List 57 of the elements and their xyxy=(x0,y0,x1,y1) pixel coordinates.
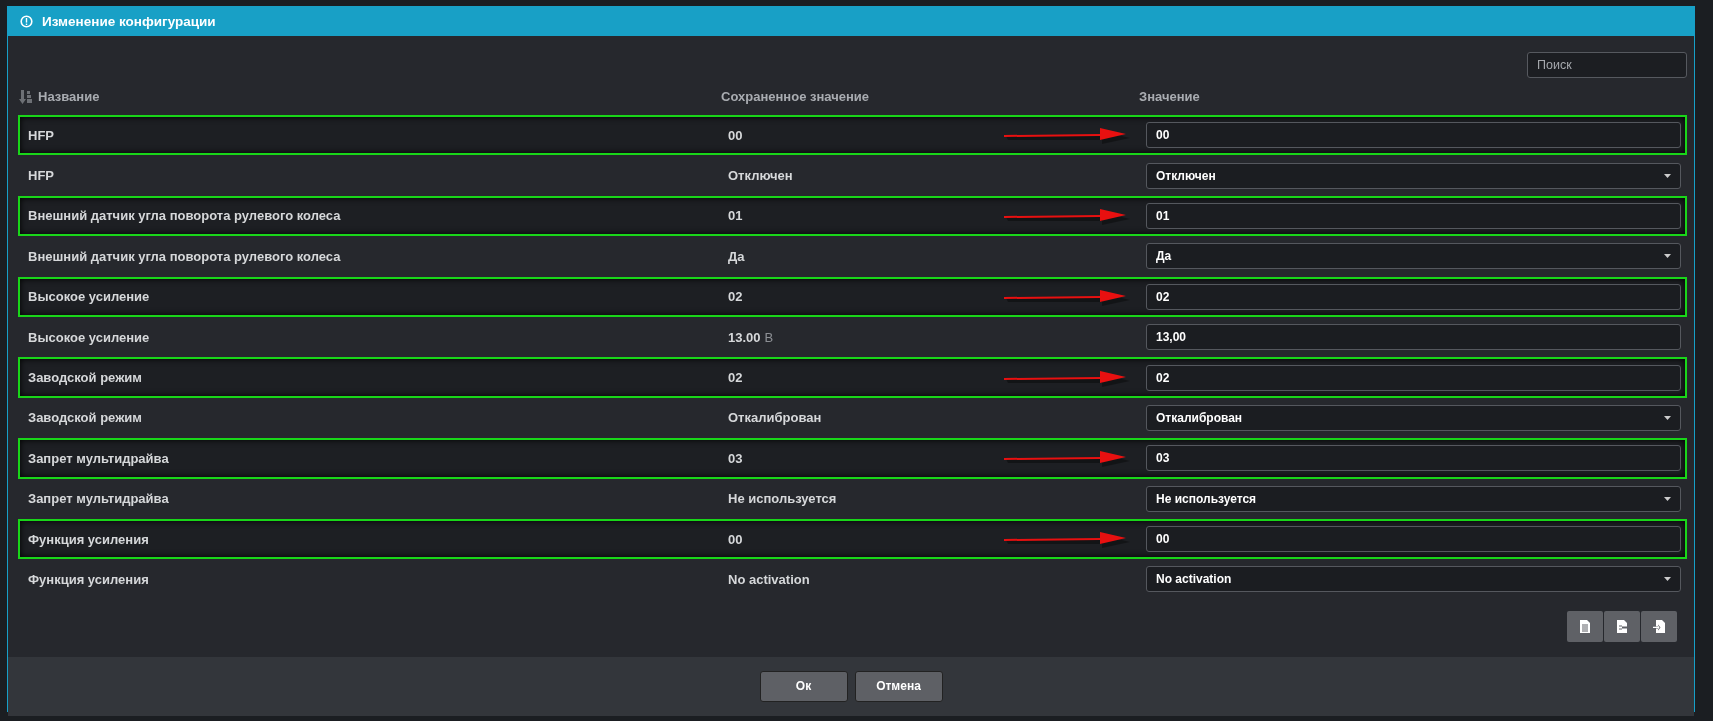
alert-icon xyxy=(20,14,33,28)
value-field[interactable]: 01 xyxy=(1146,202,1681,229)
column-header[interactable]: Название xyxy=(38,89,100,104)
parameter-name: Внешний датчик угла поворота рулевого колеса xyxy=(28,248,342,264)
saved-value: 02 xyxy=(728,370,743,386)
saved-value: 00 xyxy=(728,127,743,143)
parameter-name: HFP xyxy=(28,168,55,184)
parameter-name: Запрет мультидрайва xyxy=(28,491,170,507)
toolbar-button[interactable] xyxy=(1567,611,1603,643)
value-dropdown[interactable]: Откалиброван xyxy=(1146,404,1681,431)
saved-value: No activation xyxy=(728,572,810,587)
parameter-name: Функция усиления xyxy=(28,572,150,587)
sort-icon[interactable] xyxy=(19,89,32,104)
dialog-button[interactable]: Ок xyxy=(759,670,848,702)
document-icon xyxy=(1579,619,1591,635)
value-field[interactable]: 02 xyxy=(1146,364,1681,391)
saved-value: Не используется xyxy=(728,491,837,507)
parameter-name: HFP xyxy=(28,127,55,143)
value-dropdown[interactable]: Да xyxy=(1146,243,1681,270)
window-title: Изменение конфигурации xyxy=(42,13,216,29)
import-icon xyxy=(1652,619,1666,635)
saved-value: 00 xyxy=(728,531,743,547)
toolbar-button[interactable] xyxy=(1604,611,1640,643)
parameter-name: Функция усиления xyxy=(28,531,150,547)
unit-label: В xyxy=(764,329,774,345)
saved-value: 02 xyxy=(728,289,743,305)
caret-icon xyxy=(1664,254,1671,259)
parameter-name: Заводской режим xyxy=(28,370,143,386)
parameter-name: Запрет мультидрайва xyxy=(28,450,170,466)
caret-icon xyxy=(1664,173,1671,178)
value-dropdown[interactable]: Отключен xyxy=(1146,162,1681,189)
saved-value: Да xyxy=(728,248,745,264)
value-field[interactable]: 00 xyxy=(1146,526,1681,553)
value-field[interactable]: 02 xyxy=(1146,283,1681,310)
parameter-name: Внешний датчик угла поворота рулевого колеса xyxy=(28,208,342,224)
toolbar-button[interactable] xyxy=(1641,611,1677,643)
value-field[interactable]: 03 xyxy=(1146,445,1681,472)
parameter-name: Высокое усиление xyxy=(28,329,151,345)
caret-icon xyxy=(1664,577,1671,582)
saved-value: 03 xyxy=(728,450,743,466)
caret-icon xyxy=(1664,415,1671,420)
dialog-button[interactable]: Отмена xyxy=(854,670,943,702)
export-icon xyxy=(1615,619,1629,635)
caret-icon xyxy=(1664,496,1671,501)
column-header[interactable]: Значение xyxy=(1139,89,1200,104)
saved-value: Отключен xyxy=(728,168,793,184)
saved-value: 01 xyxy=(728,208,743,224)
parameter-name: Заводской режим xyxy=(28,410,143,426)
saved-value: Откалиброван xyxy=(728,410,822,426)
value-dropdown[interactable]: No activation xyxy=(1146,566,1681,593)
value-dropdown[interactable]: Не используется xyxy=(1146,485,1681,512)
saved-value: 13.00 xyxy=(728,329,761,345)
search-field[interactable]: Поиск xyxy=(1527,52,1687,78)
parameter-name: Высокое усиление xyxy=(28,289,151,305)
value-field[interactable]: 13,00 xyxy=(1146,324,1681,351)
value-field[interactable]: 00 xyxy=(1146,122,1681,149)
column-header[interactable]: Сохраненное значение xyxy=(721,89,870,104)
